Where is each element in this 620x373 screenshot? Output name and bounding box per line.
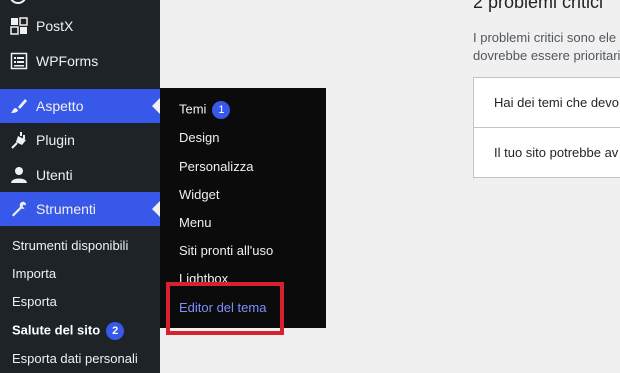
flyout-item-personalizza[interactable]: Personalizza — [179, 159, 253, 174]
partial-menu-icon — [9, 0, 27, 4]
sidebar-item-label: WPForms — [36, 53, 99, 69]
submenu-item-label: Salute del sito — [12, 322, 101, 338]
paintbrush-icon — [9, 96, 29, 116]
postx-icon — [9, 16, 29, 36]
sidebar-item-utenti[interactable]: Utenti — [0, 158, 160, 192]
sidebar-item-plugin[interactable]: Plugin — [0, 123, 160, 157]
annotation-highlight-box — [166, 282, 284, 335]
issue-label: Il tuo sito potrebbe av — [494, 145, 619, 160]
description-line: dovrebbe essere prioritari — [473, 48, 620, 63]
critical-issues-heading: 2 problemi critici — [473, 0, 604, 12]
flyout-item-label: Design — [179, 130, 220, 145]
flyout-item-label: Personalizza — [179, 159, 254, 174]
sidebar-item-postx[interactable]: PostX — [0, 9, 160, 43]
sidebar-item-label: Strumenti — [36, 201, 96, 217]
sidebar-item-aspetto[interactable]: Aspetto — [0, 89, 160, 123]
count-badge: 1 — [212, 101, 231, 119]
sidebar-item-label: Plugin — [36, 132, 75, 148]
flyout-item-label: Siti pronti all'uso — [179, 243, 274, 258]
submenu-item-esporta[interactable]: Esporta — [12, 294, 57, 309]
active-arrow-icon — [152, 201, 160, 217]
flyout-item-label: Widget — [179, 187, 220, 202]
submenu-item-label: Esporta dati personali — [12, 351, 138, 366]
active-arrow-icon — [152, 98, 160, 114]
issue-accordion-item[interactable]: Il tuo sito potrebbe av — [473, 127, 620, 178]
sidebar-item-label: PostX — [36, 18, 74, 34]
submenu-item-label: Importa — [12, 266, 57, 281]
flyout-item-temi[interactable]: Temi 1 — [179, 101, 231, 119]
flyout-item-label: Temi — [179, 101, 207, 117]
submenu-item-importa[interactable]: Importa — [12, 266, 56, 281]
issue-label: Hai dei temi che devo — [494, 95, 620, 110]
submenu-item-salute-del-sito[interactable]: Salute del sito 2 — [12, 322, 125, 340]
submenu-item-label: Strumenti disponibili — [12, 238, 129, 253]
critical-issues-description: I problemi critici sono ele dovrebbe ess… — [473, 29, 620, 65]
flyout-item-menu[interactable]: Menu — [179, 215, 212, 230]
flyout-item-siti-pronti[interactable]: Siti pronti all'uso — [179, 243, 273, 258]
submenu-item-esporta-dati-personali[interactable]: Esporta dati personali — [12, 351, 138, 366]
sidebar-item-label: Aspetto — [36, 98, 84, 114]
description-line: I problemi critici sono ele — [473, 30, 617, 45]
submenu-item-strumenti-disponibili[interactable]: Strumenti disponibili — [12, 238, 128, 253]
wrench-icon — [9, 199, 29, 219]
sidebar-item-label: Utenti — [36, 167, 73, 183]
wpforms-icon — [9, 51, 29, 71]
flyout-item-widget[interactable]: Widget — [179, 187, 219, 202]
user-icon — [9, 165, 29, 185]
sidebar-item-strumenti[interactable]: Strumenti — [0, 192, 160, 226]
plug-icon — [9, 130, 29, 150]
admin-sidebar: PostX WPForms Aspetto Plugin Utenti Stru… — [0, 0, 160, 373]
submenu-item-label: Esporta — [12, 294, 57, 309]
sidebar-item-wpforms[interactable]: WPForms — [0, 44, 160, 78]
flyout-item-label: Menu — [179, 215, 212, 230]
count-badge: 2 — [106, 322, 125, 340]
issue-accordion-item[interactable]: Hai dei temi che devo — [473, 77, 620, 128]
flyout-item-design[interactable]: Design — [179, 130, 219, 145]
